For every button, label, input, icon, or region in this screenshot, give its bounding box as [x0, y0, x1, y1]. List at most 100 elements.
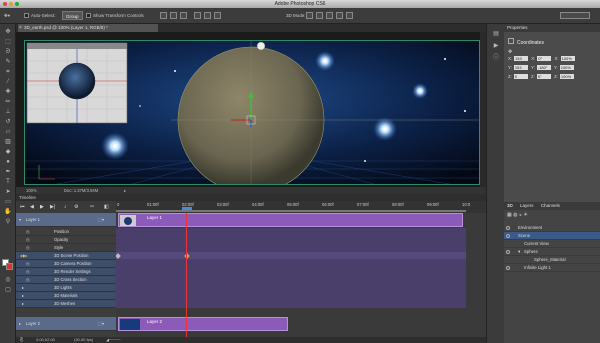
track-lane[interactable] [116, 228, 466, 236]
history-brush-tool-icon[interactable]: ↺ [3, 118, 13, 126]
layer-item[interactable]: Current View [504, 240, 600, 248]
track-group-lights[interactable]: ▸ 3D Lights [16, 284, 116, 292]
play-icon[interactable]: ▶ [40, 204, 44, 210]
path-select-tool-icon[interactable]: ➤ [3, 188, 13, 196]
expand-arrow-icon[interactable]: ▾ [19, 213, 21, 227]
zoom-window-button[interactable] [15, 2, 19, 6]
document-tab[interactable]: × 3D_earth.psd @ 100% (Layer 1, RGB/8) * [18, 24, 158, 32]
tab-layers[interactable]: Layers [520, 203, 534, 208]
track-lane[interactable] [116, 252, 466, 260]
expand-arrow-icon[interactable]: ▸ [19, 317, 21, 331]
lasso-tool-icon[interactable]: ᘐ [3, 48, 13, 56]
orbit-light-icon[interactable] [256, 41, 266, 51]
next-frame-icon[interactable]: ▶| [50, 204, 55, 210]
zoom-tool-icon[interactable]: ⚲ [3, 218, 13, 226]
tab-3d[interactable]: 3D [507, 203, 513, 208]
align-bottom-icon[interactable] [180, 12, 187, 19]
align-middle-icon[interactable] [170, 12, 177, 19]
status-menu-arrow-icon[interactable]: ▸ [124, 187, 126, 194]
minimize-window-button[interactable] [9, 2, 13, 6]
layer-item[interactable]: Sphere_Material [504, 256, 600, 264]
track-lane[interactable] [116, 236, 466, 244]
doc-info[interactable]: Doc: 1.37M/3.94M [64, 187, 98, 194]
visibility-eye-icon[interactable] [506, 226, 510, 230]
track-lane[interactable] [116, 244, 466, 252]
track-lane[interactable] [116, 268, 466, 276]
filter-mesh-icon[interactable]: ◍ [513, 212, 517, 218]
film-icon[interactable]: ⬚▾ [98, 213, 104, 227]
playhead[interactable] [186, 213, 187, 343]
audio-icon[interactable]: ♪ [64, 204, 67, 210]
track-lane[interactable] [116, 292, 466, 300]
expand-arrow-icon[interactable]: ▸ [22, 300, 24, 308]
workspace-switcher[interactable] [560, 12, 590, 19]
layer-item[interactable]: Infinite Light 1 [504, 264, 600, 272]
tab-channels[interactable]: Channels [541, 203, 560, 208]
properties-tab[interactable]: Properties [504, 24, 600, 32]
auto-select-dropdown[interactable]: Group [62, 11, 83, 20]
track-header-layer1[interactable]: ▾ Layer 1 ⬚▾ [16, 213, 116, 227]
track-property-cross-section[interactable]: ◷ 3D Cross Section [16, 276, 116, 284]
move-to-ground-icon[interactable]: ✥ [508, 49, 512, 55]
keyframe-nav-icon[interactable]: ◂◆▸ [20, 252, 27, 260]
position-field[interactable]: 0 [513, 74, 528, 80]
brush-tool-icon[interactable]: ✏ [3, 98, 13, 106]
document-canvas[interactable] [24, 40, 480, 185]
work-area-bar[interactable] [116, 210, 466, 212]
visibility-eye-icon[interactable] [506, 266, 510, 270]
position-field[interactable]: 153 [513, 65, 528, 71]
track-property-style[interactable]: ◷ Style [16, 244, 116, 252]
time-ruler[interactable]: 0 01:00f 02:00f 03:00f 04:00f 05:00f 06:… [116, 201, 486, 213]
show-transform-checkbox[interactable]: Show Transform Controls [86, 11, 144, 20]
pen-tool-icon[interactable]: ✒ [3, 168, 13, 176]
position-field[interactable]: 153 [514, 56, 529, 62]
blur-tool-icon[interactable]: ◆ [3, 148, 13, 156]
filter-scene-icon[interactable]: ▦ [507, 212, 512, 218]
track-property-render-settings[interactable]: ◷ 3D Render Settings [16, 268, 116, 276]
track-lane[interactable] [116, 284, 466, 292]
clip-layer1[interactable]: Layer 1 [118, 213, 463, 227]
track-header-layer2[interactable]: ▸ Layer 2 ⬚▾ [16, 317, 116, 331]
scale-field[interactable]: 100% [559, 74, 574, 80]
info-panel-icon[interactable]: ⓘ [491, 54, 501, 62]
stopwatch-icon[interactable]: ◷ [26, 260, 30, 268]
track-area[interactable]: Layer 1 Layer 2 [116, 213, 486, 343]
transition-icon[interactable]: ◧ [104, 204, 109, 210]
stopwatch-icon[interactable]: ◷ [26, 228, 30, 236]
move-tool-icon[interactable]: ✥ [3, 28, 13, 36]
stopwatch-icon[interactable]: ◷ [26, 236, 30, 244]
rotation-field[interactable]: -180° [536, 65, 551, 71]
close-window-button[interactable] [3, 2, 7, 6]
auto-select-checkbox[interactable]: Auto-Select: [24, 11, 56, 20]
history-panel-icon[interactable]: ▤ [491, 30, 501, 38]
track-group-meshes[interactable]: ▸ 3D Meshes [16, 300, 116, 308]
3d-scale-icon[interactable] [346, 12, 353, 19]
filter-material-icon[interactable]: ◒ [519, 212, 522, 218]
layer-item[interactable]: Environment [504, 224, 600, 232]
healing-tool-icon[interactable]: ✚ [3, 88, 13, 96]
crop-tool-icon[interactable]: ⌗ [3, 68, 13, 76]
align-right-icon[interactable] [214, 12, 221, 19]
settings-icon[interactable]: ⚙ [74, 204, 78, 210]
zoom-slider[interactable]: ◢──── [106, 337, 120, 343]
move-tool-icon[interactable]: ✥▾ [4, 11, 10, 20]
shape-tool-icon[interactable]: ▭ [3, 198, 13, 206]
scale-field[interactable]: 100% [559, 65, 574, 71]
track-lane[interactable] [116, 260, 466, 268]
film-icon[interactable]: ⬚▾ [98, 317, 104, 331]
3d-roll-icon[interactable] [316, 12, 323, 19]
marquee-tool-icon[interactable]: ⬚ [3, 38, 13, 46]
stopwatch-icon[interactable]: ◷ [26, 244, 30, 252]
prev-frame-icon[interactable]: ◀ [30, 204, 34, 210]
align-center-icon[interactable] [204, 12, 211, 19]
zoom-level[interactable]: 100% [26, 187, 37, 194]
quick-mask-icon[interactable]: ◎ [3, 276, 13, 284]
secondary-view[interactable] [26, 42, 128, 124]
background-color-swatch[interactable] [6, 263, 13, 270]
track-lane[interactable] [116, 300, 466, 308]
track-property-position[interactable]: ◷ Position [16, 228, 116, 236]
track-property-opacity[interactable]: ◷ Opacity [16, 236, 116, 244]
3d-pan-icon[interactable] [326, 12, 333, 19]
visibility-eye-icon[interactable] [506, 234, 510, 238]
expand-arrow-icon[interactable]: ▾ [518, 248, 520, 256]
